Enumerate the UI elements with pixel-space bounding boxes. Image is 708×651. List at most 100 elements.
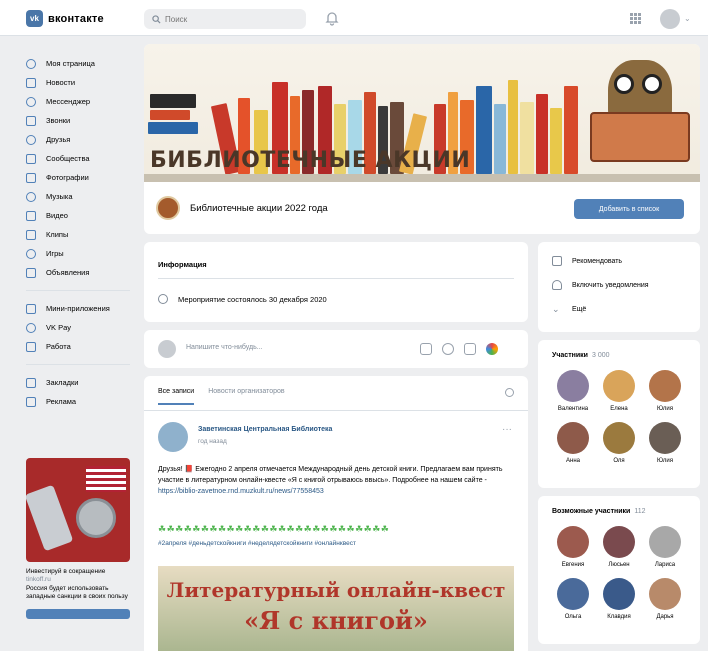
bell-icon [552, 280, 562, 290]
apps-grid-icon[interactable] [630, 13, 641, 24]
sidebar-item-video[interactable]: Видео [26, 206, 138, 225]
search-icon[interactable] [505, 388, 514, 397]
ad-button[interactable] [26, 609, 130, 619]
compose-input[interactable]: Напишите что-нибудь... [186, 344, 263, 351]
sidebar-item-bookmarks[interactable]: Закладки [26, 373, 138, 392]
ad-image[interactable] [26, 458, 130, 562]
search-input[interactable] [165, 14, 295, 24]
ad-title[interactable]: Инвестируй в сокращение [26, 568, 130, 575]
avatar [557, 578, 589, 610]
post-image[interactable]: Литературный онлайн-квест «Я с книгой» [158, 566, 514, 651]
compose-avatar [158, 340, 176, 358]
member-item[interactable]: Юлия [642, 370, 688, 412]
work-icon [26, 341, 36, 352]
member-item[interactable]: Лариса [642, 526, 688, 568]
member-item[interactable]: Валентина [550, 370, 596, 412]
profile-avatar[interactable] [660, 9, 680, 29]
apps-icon [26, 303, 36, 314]
compose-attachments [420, 343, 498, 355]
video-icon[interactable] [442, 343, 454, 355]
sidebar-item-label: Работа [46, 342, 71, 351]
notifications-action[interactable]: Включить уведомления [552, 280, 649, 290]
sidebar-item-label: Мессенджер [46, 97, 91, 106]
member-name: Люсьен [608, 562, 630, 568]
sidebar-item-messenger[interactable]: Мессенджер [26, 92, 138, 111]
member-name: Ольга [564, 614, 582, 620]
more-action[interactable]: ⌄ Ещё [552, 304, 586, 315]
more-icon[interactable]: ··· [502, 424, 512, 435]
sidebar-item-vk-pay[interactable]: VK Pay [26, 318, 138, 337]
feed-tabs: Все записи Новости организаторов [158, 388, 285, 405]
search-box[interactable] [144, 9, 306, 29]
sidebar-item-friends[interactable]: Друзья [26, 130, 138, 149]
compose-card[interactable]: Напишите что-нибудь... [144, 330, 528, 368]
possible-members-title[interactable]: Возможные участники 112 [552, 508, 646, 515]
sidebar-item-games[interactable]: Игры [26, 244, 138, 263]
sidebar-item-calls[interactable]: Звонки [26, 111, 138, 130]
members-grid: Валентина Елена Юлия Анна Оля Юлия [550, 370, 690, 464]
member-item[interactable]: Клавдия [596, 578, 642, 620]
add-to-list-button[interactable]: Добавить в список [574, 199, 684, 219]
sidebar-item-label: Музыка [46, 192, 73, 201]
possible-members-title-text: Возможные участники [552, 508, 631, 515]
member-name: Елена [610, 406, 628, 412]
avatar [603, 526, 635, 558]
member-item[interactable]: Оля [596, 422, 642, 464]
sidebar-ad[interactable]: Инвестируй в сокращение tinkoff.ru Росси… [26, 458, 130, 619]
member-item[interactable]: Юлия [642, 422, 688, 464]
post-time[interactable]: год назад [198, 438, 227, 445]
sidebar-item-advertising[interactable]: Реклама [26, 392, 138, 411]
video-icon [26, 210, 36, 221]
event-date-text: Мероприятие состоялось 30 декабря 2020 [178, 294, 327, 304]
left-sidebar: Моя страница Новости Мессенджер Звонки Д… [26, 54, 138, 411]
post-author-name[interactable]: Заветинская Центральная Библиотека [198, 426, 332, 433]
post-link[interactable]: https://biblio-zavetnoe.rnd.muzkult.ru/n… [158, 488, 324, 495]
vk-logo-text: вконтакте [48, 12, 104, 25]
camera-icon[interactable] [420, 343, 432, 355]
avatar [649, 526, 681, 558]
music-icon[interactable] [464, 343, 476, 355]
post-hashtags[interactable]: #2апреля #деньдетскойкниги #неделядетско… [158, 540, 356, 547]
member-name: Юлия [657, 458, 673, 464]
sidebar-item-work[interactable]: Работа [26, 337, 138, 356]
vk-logo[interactable]: vk вконтакте [26, 10, 104, 27]
sidebar-item-music[interactable]: Музыка [26, 187, 138, 206]
sidebar-item-ads[interactable]: Объявления [26, 263, 138, 282]
tab-organizer-news[interactable]: Новости организаторов [208, 388, 284, 405]
member-item[interactable]: Ольга [550, 578, 596, 620]
sidebar-item-my-page[interactable]: Моя страница [26, 54, 138, 73]
color-wheel-icon[interactable] [486, 343, 498, 355]
photo-icon [26, 172, 36, 183]
sidebar-item-mini-apps[interactable]: Мини-приложения [26, 299, 138, 318]
ad-text: Россия будет использовать западные санкц… [26, 585, 128, 600]
member-item[interactable]: Анна [550, 422, 596, 464]
post-text: Друзья! 📕 Ежегодно 2 апреля отмечается М… [158, 464, 514, 497]
sidebar-item-label: Закладки [46, 378, 79, 387]
sidebar-item-communities[interactable]: Сообщества [26, 149, 138, 168]
members-title[interactable]: Участники 3 000 [552, 352, 610, 359]
member-item[interactable]: Люсьен [596, 526, 642, 568]
member-item[interactable]: Евгения [550, 526, 596, 568]
cover-image: БИБЛИОТЕЧНЫЕ АКЦИИ [144, 44, 700, 182]
message-icon [26, 96, 36, 107]
recommend-action[interactable]: Рекомендовать [552, 256, 622, 266]
user-icon [26, 58, 36, 69]
chevron-down-icon[interactable]: ⌄ [684, 14, 691, 23]
sidebar-item-label: Мини-приложения [46, 304, 110, 313]
sidebar-item-clips[interactable]: Клипы [26, 225, 138, 244]
member-name: Оля [613, 458, 625, 464]
member-name: Юлия [657, 406, 673, 412]
tab-all-posts[interactable]: Все записи [158, 388, 195, 405]
sidebar-item-label: Реклама [46, 397, 77, 406]
group-avatar[interactable] [156, 196, 180, 220]
sidebar-item-label: Звонки [46, 116, 71, 125]
bell-icon[interactable] [325, 10, 339, 26]
sidebar-item-photos[interactable]: Фотографии [26, 168, 138, 187]
bookmark-icon [26, 377, 36, 388]
member-item[interactable]: Дарья [642, 578, 688, 620]
sidebar-item-news[interactable]: Новости [26, 73, 138, 92]
games-icon [26, 248, 36, 259]
member-name: Клавдия [607, 614, 631, 620]
post-author-avatar[interactable] [158, 422, 188, 452]
member-item[interactable]: Елена [596, 370, 642, 412]
